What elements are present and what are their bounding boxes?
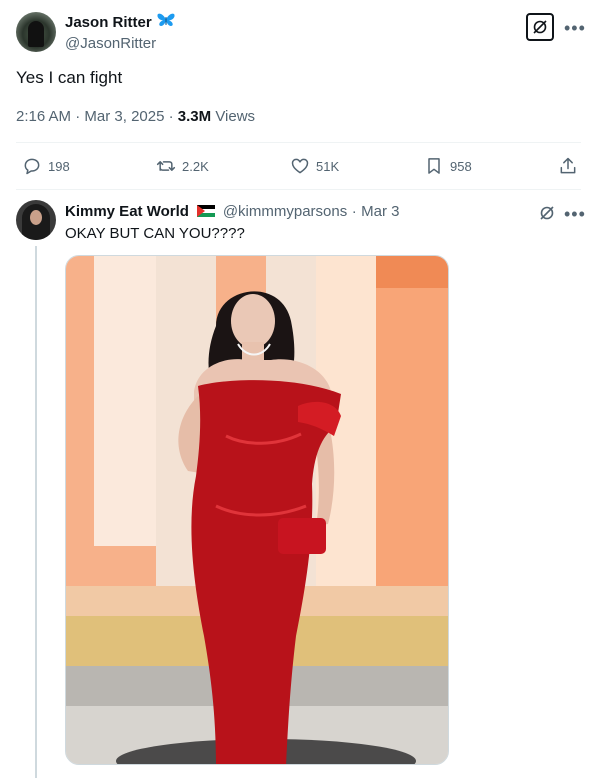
more-icon[interactable]: ••• xyxy=(564,205,586,223)
reply-author-handle[interactable]: @kimmmyparsons xyxy=(223,203,347,220)
reply-photo[interactable] xyxy=(65,255,449,765)
grok-icon[interactable] xyxy=(538,204,556,227)
meta-separator: · xyxy=(75,108,81,125)
tweet-date[interactable]: Mar 3, 2025 xyxy=(84,108,164,125)
tweet-text: Yes I can fight xyxy=(16,68,123,87)
repost-button[interactable]: 2.2K xyxy=(156,156,209,176)
reply-button[interactable]: 198 xyxy=(22,156,70,176)
bookmark-icon xyxy=(428,158,440,174)
reply-header: Kimmy Eat World @kimmmyparsons · Mar 3 xyxy=(65,203,400,221)
like-button[interactable]: 51K xyxy=(290,156,339,176)
photo-illustration xyxy=(66,256,448,764)
palestine-flag-icon xyxy=(197,205,216,217)
reply-date[interactable]: Mar 3 xyxy=(361,203,399,220)
butterfly-icon xyxy=(156,12,176,33)
reply-text: OKAY BUT CAN YOU???? xyxy=(65,225,245,242)
thread-line xyxy=(35,246,37,778)
bookmark-button[interactable]: 958 xyxy=(424,156,472,176)
meta-separator: · xyxy=(351,203,357,220)
meta-separator: · xyxy=(168,108,174,125)
author-block: Jason Ritter @JasonRitter xyxy=(65,12,176,52)
repost-icon xyxy=(156,161,176,171)
divider xyxy=(16,142,581,143)
author-name[interactable]: Jason Ritter xyxy=(65,14,152,31)
avatar[interactable] xyxy=(16,200,56,240)
avatar[interactable] xyxy=(16,12,56,52)
reply-count: 198 xyxy=(48,158,70,174)
tweet-meta: 2:16 AM · Mar 3, 2025 · 3.3M Views xyxy=(16,108,255,125)
views-label: Views xyxy=(215,108,256,125)
like-icon xyxy=(291,158,309,174)
grok-icon[interactable] xyxy=(526,13,554,41)
bookmark-count: 958 xyxy=(450,158,472,174)
views-count: 3.3M xyxy=(177,108,212,125)
share-icon xyxy=(560,157,576,174)
share-button[interactable] xyxy=(558,156,578,176)
repost-count: 2.2K xyxy=(182,158,209,174)
author-handle[interactable]: @JasonRitter xyxy=(65,35,176,52)
like-count: 51K xyxy=(316,158,340,174)
divider xyxy=(16,189,581,190)
reply-icon xyxy=(24,158,40,175)
tweet-time[interactable]: 2:16 AM xyxy=(16,108,71,125)
reply-author-name[interactable]: Kimmy Eat World xyxy=(65,203,189,220)
more-icon[interactable]: ••• xyxy=(564,19,586,37)
